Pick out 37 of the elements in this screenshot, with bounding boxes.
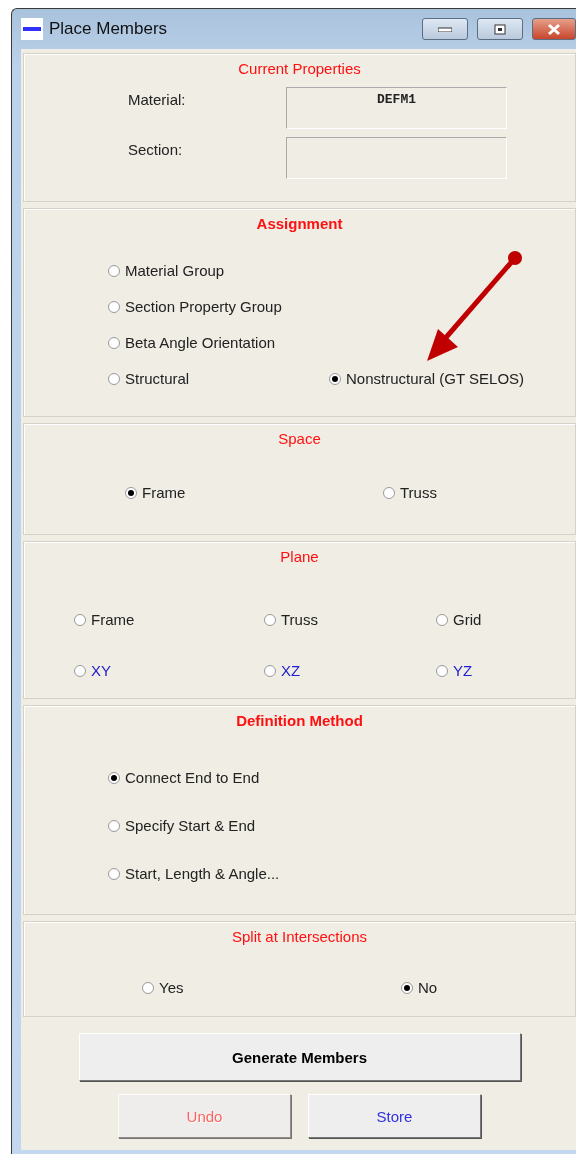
window-title: Place Members [49, 19, 169, 39]
panel-heading: Space [277, 430, 322, 447]
generate-button[interactable]: Generate Members [78, 1033, 521, 1081]
panel-heading: Assignment [255, 215, 344, 232]
radio-button[interactable]: Material Group [108, 262, 329, 279]
radio-button[interactable]: Frame [74, 611, 264, 628]
radio-button[interactable]: Specify Start & End [108, 817, 575, 834]
radio-button[interactable]: XY [74, 662, 264, 679]
radio-button[interactable]: Grid [436, 611, 575, 628]
field-label: Section: [128, 141, 184, 158]
radio-button[interactable]: XZ [264, 662, 436, 679]
radio-button[interactable]: Yes [142, 979, 401, 996]
radio-button[interactable]: Frame [125, 484, 383, 501]
value-field: DEFM1 [286, 87, 507, 129]
radio-button[interactable]: Truss [383, 484, 575, 501]
dialog-button[interactable]: Store [308, 1094, 481, 1138]
radio-button[interactable]: Nonstructural (GT SELOS) [329, 370, 575, 387]
panel-heading: Plane [279, 548, 320, 565]
radio-button[interactable]: Truss [264, 611, 436, 628]
field-label: Material: [128, 91, 187, 108]
panel-heading: Split at Intersections [230, 928, 369, 945]
minimize-icon [438, 26, 452, 32]
close-icon [547, 22, 561, 36]
radio-button[interactable]: Start, Length & Angle... [108, 865, 575, 882]
radio-button[interactable]: Beta Angle Orientation [108, 334, 329, 351]
maximize-button[interactable] [477, 18, 523, 40]
radio-button[interactable]: No [401, 979, 575, 996]
maximize-icon [494, 23, 506, 35]
close-button[interactable] [532, 18, 576, 40]
radio-button[interactable]: Connect End to End [108, 769, 575, 786]
radio-button[interactable]: Section Property Group [108, 298, 329, 315]
panel-heading: Current Properties [237, 60, 362, 77]
minimize-button[interactable] [422, 18, 468, 40]
radio-button[interactable]: YZ [436, 662, 575, 679]
app-logo-icon [21, 18, 43, 40]
panel-heading: Definition Method [235, 712, 364, 729]
radio-button[interactable]: Structural [108, 370, 329, 387]
